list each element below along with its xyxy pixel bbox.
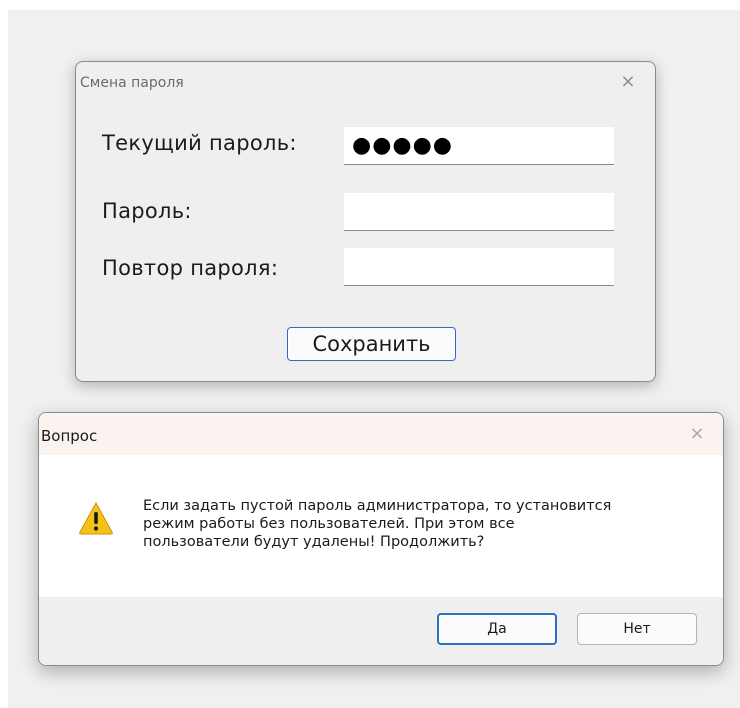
close-icon[interactable]: × (618, 72, 638, 92)
question-message: Если задать пустой пароль администратора… (143, 497, 703, 551)
question-titlebar (39, 413, 723, 455)
current-password-input[interactable]: ●●●●● (344, 127, 614, 165)
change-password-dialog: Смена пароля × Текущий пароль: ●●●●● Пар… (75, 61, 656, 382)
warning-icon (79, 501, 113, 535)
message-line: Если задать пустой пароль администратора… (143, 498, 612, 514)
message-line: пользователи будут удалены! Продолжить? (143, 534, 485, 550)
new-password-input[interactable] (344, 193, 614, 231)
message-line: режим работы без пользователей. При этом… (143, 516, 515, 532)
repeat-password-input[interactable] (344, 248, 614, 286)
repeat-password-label: Повтор пароля: (102, 256, 279, 280)
dialog-title: Смена пароля (80, 75, 184, 91)
yes-button[interactable]: Да (437, 613, 557, 645)
current-password-label: Текущий пароль: (102, 131, 297, 155)
question-dialog: Вопрос × Если задать пустой пароль админ… (38, 412, 724, 666)
new-password-label: Пароль: (102, 199, 192, 223)
save-button[interactable]: Сохранить (287, 327, 456, 361)
dialog-title: Вопрос (41, 427, 98, 445)
no-button[interactable]: Нет (577, 613, 697, 645)
close-icon[interactable]: × (687, 424, 707, 444)
